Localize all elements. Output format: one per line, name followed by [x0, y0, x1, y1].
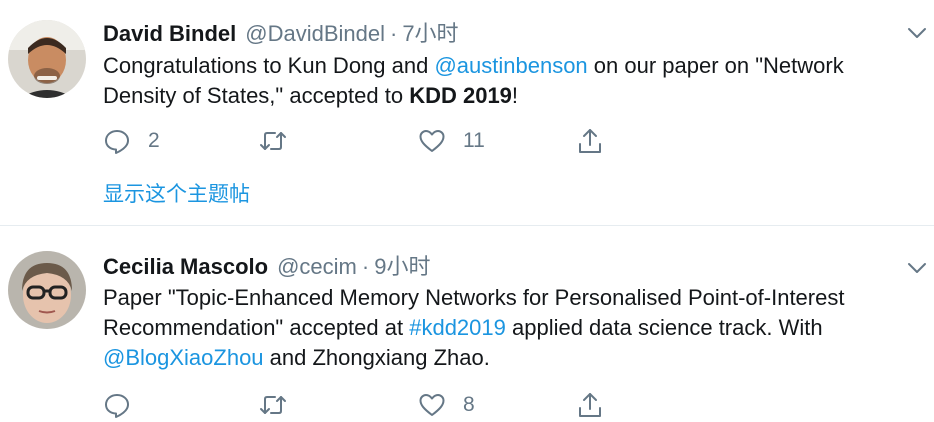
heart-icon: [419, 394, 445, 416]
user-name[interactable]: David Bindel: [103, 19, 236, 49]
like-button[interactable]: 11: [418, 126, 485, 156]
separator-dot: ·: [389, 21, 398, 46]
reply-button[interactable]: [103, 390, 148, 420]
text-segment: Congratulations to Kun Dong and: [103, 53, 435, 78]
retweet-button[interactable]: [259, 390, 304, 420]
hashtag-link[interactable]: #kdd2019: [409, 315, 506, 340]
tweet-text: Paper "Topic-Enhanced Memory Networks fo…: [103, 283, 923, 373]
user-handle[interactable]: @DavidBindel: [245, 19, 385, 49]
retweet-button[interactable]: [259, 126, 304, 156]
share-button[interactable]: [576, 390, 604, 420]
text-segment: !: [511, 83, 519, 108]
retweet-icon: [260, 132, 286, 150]
tweet[interactable]: David Bindel @DavidBindel · 7小时 Congratu…: [0, 0, 934, 226]
tweet-actions: 2 11: [103, 126, 623, 156]
user-handle[interactable]: @cecim: [277, 252, 357, 282]
tweet-actions: 8: [103, 390, 623, 420]
reply-count: 2: [148, 129, 160, 152]
separator-dot: ·: [361, 254, 370, 279]
avatar[interactable]: [8, 20, 86, 98]
retweet-icon: [260, 396, 286, 414]
reply-button[interactable]: 2: [103, 126, 160, 156]
tweet-text: Congratulations to Kun Dong and @austinb…: [103, 51, 923, 111]
timestamp[interactable]: 7小时: [402, 19, 458, 49]
like-button[interactable]: 8: [418, 390, 475, 420]
chevron-down-icon[interactable]: [906, 22, 928, 44]
show-thread-link[interactable]: 显示这个主题帖: [103, 180, 250, 210]
timestamp[interactable]: 9小时: [374, 252, 430, 282]
heart-icon: [419, 130, 445, 152]
text-segment: and Zhongxiang Zhao.: [263, 345, 490, 370]
share-button[interactable]: [576, 126, 604, 156]
tweet-header: Cecilia Mascolo @cecim · 9小时: [103, 252, 430, 282]
user-name[interactable]: Cecilia Mascolo: [103, 252, 268, 282]
share-icon: [579, 129, 601, 153]
mention-link[interactable]: @austinbenson: [434, 53, 587, 78]
reply-icon: [105, 394, 129, 418]
avatar[interactable]: [8, 251, 86, 329]
reply-icon: [105, 130, 129, 154]
chevron-down-icon[interactable]: [906, 257, 928, 279]
like-count: 8: [463, 393, 475, 416]
text-segment: applied data science track. With: [505, 315, 823, 340]
share-icon: [579, 393, 601, 417]
mention-link[interactable]: @BlogXiaoZhou: [103, 345, 264, 370]
tweet-header: David Bindel @DavidBindel · 7小时: [103, 19, 459, 49]
tweet[interactable]: Cecilia Mascolo @cecim · 9小时 Paper "Topi…: [0, 227, 934, 422]
bold-text: KDD 2019: [409, 83, 512, 108]
like-count: 11: [463, 129, 485, 152]
